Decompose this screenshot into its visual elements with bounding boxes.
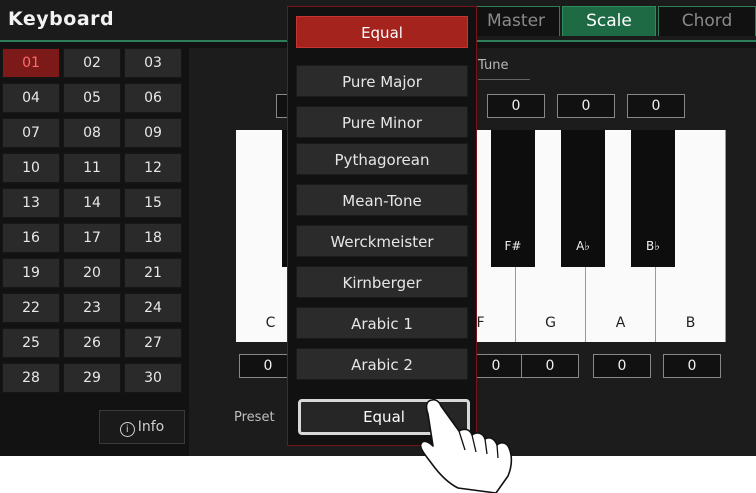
top-value-box[interactable]: 0	[557, 94, 615, 118]
scale-number-button[interactable]: 17	[63, 223, 121, 253]
scale-number-button[interactable]: 18	[124, 223, 182, 253]
scale-number-button[interactable]: 30	[124, 363, 182, 393]
dropdown-option-mean-tone[interactable]: Mean-Tone	[296, 184, 468, 216]
tab-master[interactable]: Master	[472, 6, 560, 36]
info-label: Info	[137, 419, 165, 435]
bottom-value-box[interactable]: 0	[521, 354, 579, 378]
scale-number-button[interactable]: 10	[2, 153, 60, 183]
scale-number-button[interactable]: 21	[124, 258, 182, 288]
info-icon: i	[119, 422, 135, 437]
dropdown-option-pure-major[interactable]: Pure Major	[296, 65, 468, 97]
scale-number-button[interactable]: 24	[124, 293, 182, 323]
black-key-label: F#	[504, 239, 522, 253]
tab-scale[interactable]: Scale	[562, 6, 656, 36]
black-key-a-flat[interactable]: A♭	[561, 130, 605, 267]
fine-tune-label: Tune	[478, 58, 509, 73]
scale-number-button[interactable]: 07	[2, 118, 60, 148]
bottom-value-box[interactable]: 0	[663, 354, 721, 378]
scale-number-button[interactable]: 27	[124, 328, 182, 358]
fine-tune-underline	[478, 79, 530, 80]
scale-number-button[interactable]: 16	[2, 223, 60, 253]
scale-number-button[interactable]: 23	[63, 293, 121, 323]
scale-number-button[interactable]: 05	[63, 83, 121, 113]
scale-number-button[interactable]: 26	[63, 328, 121, 358]
white-key-label: A	[615, 315, 626, 331]
scale-number-button[interactable]: 08	[63, 118, 121, 148]
scale-number-button[interactable]: 14	[63, 188, 121, 218]
dropdown-option-equal[interactable]: Equal	[296, 16, 468, 48]
scale-number-button[interactable]: 09	[124, 118, 182, 148]
dropdown-option-pythagorean[interactable]: Pythagorean	[296, 143, 468, 175]
black-key-f-sharp[interactable]: F#	[491, 130, 535, 267]
scale-number-button[interactable]: 02	[63, 48, 121, 78]
white-key-label: B	[685, 315, 696, 331]
scale-preset-dropdown: Equal Pure Major Pure Minor Pythagorean …	[287, 6, 477, 446]
white-key-label: G	[545, 315, 556, 331]
top-value-box[interactable]: 0	[487, 94, 545, 118]
scale-number-button[interactable]: 29	[63, 363, 121, 393]
scale-number-button[interactable]: 04	[2, 83, 60, 113]
dropdown-option-werckmeister[interactable]: Werckmeister	[296, 225, 468, 257]
preset-label: Preset	[234, 410, 275, 425]
scale-number-button[interactable]: 22	[2, 293, 60, 323]
top-value-box[interactable]: 0	[627, 94, 685, 118]
scale-number-button[interactable]: 20	[63, 258, 121, 288]
black-key-b-flat[interactable]: B♭	[631, 130, 675, 267]
scale-number-button[interactable]: 12	[124, 153, 182, 183]
scale-number-button[interactable]: 03	[124, 48, 182, 78]
scale-number-button[interactable]: 11	[63, 153, 121, 183]
pointing-hand-icon	[419, 398, 513, 493]
scale-number-button[interactable]: 01	[2, 48, 60, 78]
page-title: Keyboard	[8, 8, 115, 30]
dropdown-option-kirnberger[interactable]: Kirnberger	[296, 266, 468, 298]
dropdown-option-arabic-1[interactable]: Arabic 1	[296, 307, 468, 339]
dropdown-option-arabic-2[interactable]: Arabic 2	[296, 348, 468, 380]
scale-number-button[interactable]: 15	[124, 188, 182, 218]
dropdown-option-pure-minor[interactable]: Pure Minor	[296, 106, 468, 138]
black-key-label: A♭	[576, 239, 590, 253]
scale-number-button[interactable]: 13	[2, 188, 60, 218]
info-button[interactable]: i Info	[99, 410, 185, 444]
black-key-label: B♭	[646, 239, 660, 253]
tab-chord[interactable]: Chord	[658, 6, 756, 36]
scale-number-button[interactable]: 19	[2, 258, 60, 288]
screen: Keyboard Master Scale Chord 01 02 03 04 05 06…	[0, 0, 756, 456]
bottom-value-box[interactable]: 0	[593, 354, 651, 378]
scale-number-button[interactable]: 06	[124, 83, 182, 113]
scale-number-button[interactable]: 28	[2, 363, 60, 393]
scale-number-button[interactable]: 25	[2, 328, 60, 358]
